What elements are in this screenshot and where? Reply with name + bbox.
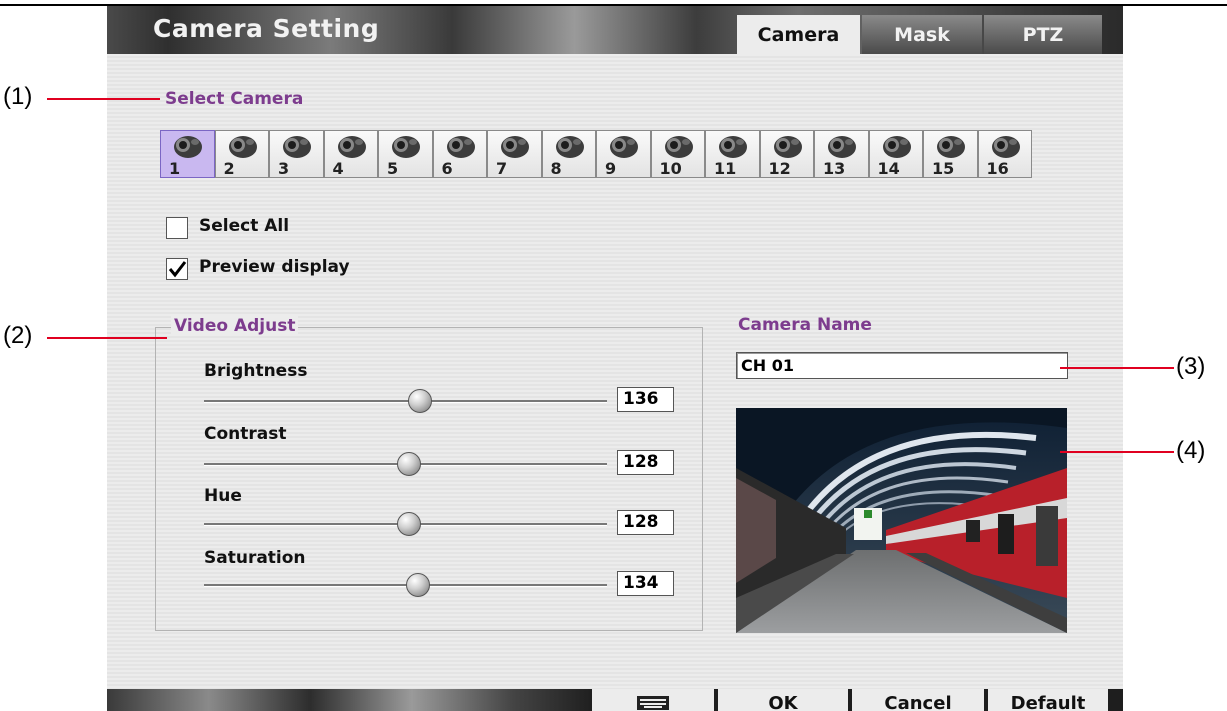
camera-button-5[interactable]: 5 <box>378 130 433 178</box>
brightness-slider-knob[interactable] <box>408 389 432 413</box>
camera-button-12[interactable]: 12 <box>759 130 814 178</box>
camera-icon <box>555 136 584 158</box>
camera-icon <box>610 136 638 158</box>
camera-icon <box>337 136 366 158</box>
brightness-label: Brightness <box>204 361 308 381</box>
camera-button-6[interactable]: 6 <box>432 130 487 178</box>
camera-button-15[interactable]: 15 <box>923 130 978 178</box>
preview-display-checkbox[interactable] <box>166 258 188 280</box>
tab-camera[interactable]: Camera <box>737 15 860 54</box>
camera-button-11[interactable]: 11 <box>705 130 760 178</box>
saturation-slider-knob[interactable] <box>406 573 430 597</box>
brightness-slider-track[interactable] <box>204 400 607 403</box>
contrast-label: Contrast <box>204 424 287 444</box>
contrast-value[interactable]: 128 <box>617 450 674 475</box>
camera-icon <box>664 136 693 158</box>
keyboard-button[interactable] <box>592 689 714 711</box>
saturation-value[interactable]: 134 <box>617 571 674 596</box>
select-all-checkbox[interactable] <box>166 217 188 239</box>
camera-icon <box>882 136 911 158</box>
camera-number: 9 <box>605 159 617 178</box>
callout-2: (2) <box>3 322 33 349</box>
callout-1-line <box>47 98 160 100</box>
camera-icon <box>719 136 747 158</box>
checkmark-icon <box>168 261 187 278</box>
hue-label: Hue <box>204 486 242 506</box>
default-button[interactable]: Default <box>988 689 1108 711</box>
camera-button-13[interactable]: 13 <box>814 130 869 178</box>
ok-button[interactable]: OK <box>718 689 848 711</box>
camera-number: 4 <box>332 159 344 178</box>
camera-number: 7 <box>496 159 508 178</box>
camera-icon <box>991 136 1020 158</box>
camera-number: 8 <box>550 159 562 178</box>
callout-4-line <box>1060 451 1174 453</box>
camera-icon <box>228 136 257 158</box>
camera-button-2[interactable]: 2 <box>214 130 269 178</box>
select-all-label: Select All <box>199 216 290 236</box>
hue-value[interactable]: 128 <box>617 510 674 535</box>
tab-ptz[interactable]: PTZ <box>984 15 1102 54</box>
callout-2-line <box>47 337 167 339</box>
camera-icon <box>937 136 965 158</box>
camera-number: 15 <box>932 159 955 178</box>
camera-button-4[interactable]: 4 <box>323 130 378 178</box>
callout-4: (4) <box>1176 437 1206 464</box>
camera-button-7[interactable]: 7 <box>487 130 542 178</box>
camera-button-8[interactable]: 8 <box>541 130 596 178</box>
camera-icon <box>283 136 311 158</box>
callout-3-line <box>1060 367 1174 369</box>
video-adjust-label: Video Adjust <box>171 316 299 336</box>
camera-number: 16 <box>986 159 1009 178</box>
callout-1: (1) <box>3 83 33 110</box>
camera-icon <box>828 136 856 158</box>
callout-3: (3) <box>1176 353 1206 380</box>
window-title: Camera Setting <box>153 14 380 43</box>
preview-display-label: Preview display <box>199 257 350 277</box>
camera-button-14[interactable]: 14 <box>868 130 923 178</box>
camera-icon <box>392 136 420 158</box>
saturation-label: Saturation <box>204 548 306 568</box>
keyboard-icon <box>637 696 669 710</box>
camera-number: 5 <box>387 159 399 178</box>
camera-button-1[interactable]: 1 <box>160 130 215 178</box>
camera-name-label: Camera Name <box>738 315 872 335</box>
hue-slider-knob[interactable] <box>397 512 421 536</box>
brightness-value[interactable]: 136 <box>617 387 674 412</box>
camera-number: 11 <box>714 159 737 178</box>
camera-preview-image <box>736 408 1067 633</box>
camera-number: 3 <box>278 159 290 178</box>
camera-button-9[interactable]: 9 <box>596 130 651 178</box>
contrast-slider-knob[interactable] <box>397 452 421 476</box>
camera-number: 13 <box>823 159 846 178</box>
camera-button-3[interactable]: 3 <box>269 130 324 178</box>
cancel-button[interactable]: Cancel <box>852 689 984 711</box>
tab-mask[interactable]: Mask <box>862 15 982 54</box>
camera-button-10[interactable]: 10 <box>650 130 705 178</box>
camera-number: 6 <box>441 159 453 178</box>
camera-icon <box>773 136 802 158</box>
camera-selector: 1 2 3 4 5 6 7 8 9 10 11 12 13 14 15 16 <box>160 130 1032 178</box>
camera-icon <box>446 136 475 158</box>
camera-number: 10 <box>659 159 682 178</box>
camera-icon <box>174 136 202 158</box>
camera-icon <box>501 136 529 158</box>
camera-number: 12 <box>768 159 791 178</box>
camera-number: 2 <box>223 159 235 178</box>
select-camera-label: Select Camera <box>165 89 304 109</box>
camera-number: 1 <box>169 159 181 178</box>
camera-button-16[interactable]: 16 <box>977 130 1032 178</box>
camera-name-input[interactable]: CH 01 <box>736 352 1068 379</box>
camera-number: 14 <box>877 159 900 178</box>
